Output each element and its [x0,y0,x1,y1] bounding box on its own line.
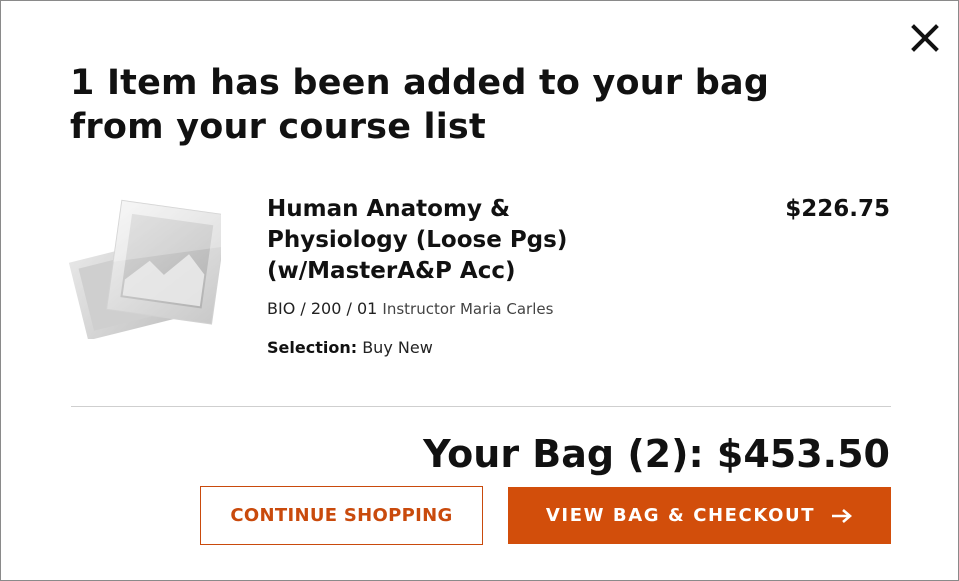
continue-shopping-button[interactable]: CONTINUE SHOPPING [200,486,483,545]
selection-value: Buy New [362,338,433,357]
close-button[interactable] [907,21,943,57]
item-price: $226.75 [785,196,890,222]
book-placeholder-icon [68,199,228,341]
view-bag-checkout-button[interactable]: VIEW BAG & CHECKOUT [508,487,891,544]
view-bag-checkout-label: VIEW BAG & CHECKOUT [545,505,816,526]
bag-summary: Your Bag (2): $453.50 [423,432,890,476]
course-info: BIO / 200 / 01 Instructor Maria Carles [267,298,553,320]
selection-label: Selection: [267,338,358,357]
course-code: BIO / 200 / 01 [267,299,378,318]
item-thumbnail [68,199,228,341]
divider [71,406,891,407]
item-title[interactable]: Human Anatomy & Physiology (Loose Pgs)(w… [267,194,617,287]
instructor-name: Instructor Maria Carles [382,300,554,318]
modal-headline: 1 Item has been added to your bag from y… [70,63,770,147]
added-to-bag-modal: 1 Item has been added to your bag from y… [0,0,959,581]
arrow-right-icon [831,508,853,524]
continue-shopping-label: CONTINUE SHOPPING [230,505,453,526]
selection-info: Selection: Buy New [267,337,433,359]
close-icon [911,24,939,52]
